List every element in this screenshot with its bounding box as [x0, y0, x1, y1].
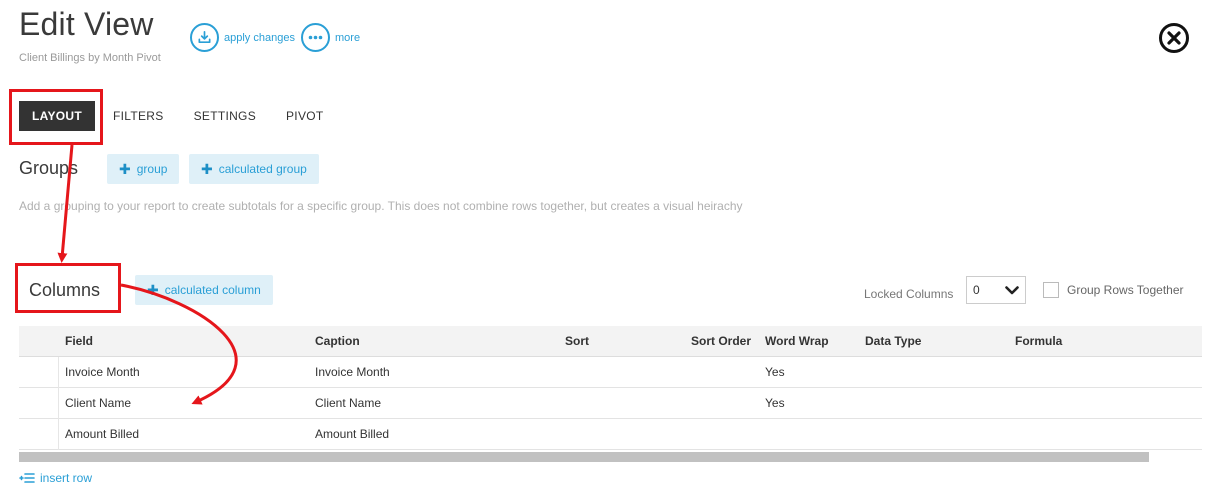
header-field[interactable]: Field: [65, 326, 93, 357]
cell-field[interactable]: Invoice Month: [65, 357, 140, 388]
tab-settings[interactable]: SETTINGS: [182, 101, 268, 131]
cell-field[interactable]: Amount Billed: [65, 419, 139, 450]
apply-changes-label: apply changes: [224, 31, 295, 44]
insert-row-label: insert row: [40, 471, 93, 485]
page-title: Edit View: [19, 6, 154, 42]
page-subtitle: Client Billings by Month Pivot: [19, 52, 161, 64]
close-button[interactable]: [1159, 23, 1189, 53]
download-icon: [190, 23, 219, 52]
view-tabs: LAYOUT FILTERS SETTINGS PIVOT: [19, 101, 336, 131]
more-button[interactable]: more: [301, 23, 360, 52]
add-calculated-column-button[interactable]: ✚ calculated column: [135, 275, 273, 305]
header-sort-order[interactable]: Sort Order: [691, 326, 751, 357]
row-drag-handle[interactable]: [19, 388, 59, 419]
add-calculated-group-button[interactable]: ✚ calculated group: [189, 154, 319, 184]
cell-word-wrap[interactable]: Yes: [765, 357, 785, 388]
chevron-down-icon: [1005, 285, 1019, 294]
cell-caption[interactable]: Amount Billed: [315, 419, 389, 450]
locked-columns-value: 0: [973, 283, 980, 297]
header-caption[interactable]: Caption: [315, 326, 360, 357]
plus-icon: ✚: [201, 160, 213, 177]
groups-title: Groups: [19, 158, 79, 178]
row-drag-handle[interactable]: [19, 419, 59, 450]
cell-caption[interactable]: Invoice Month: [315, 357, 390, 388]
tab-layout[interactable]: LAYOUT: [19, 101, 96, 131]
add-calculated-column-label: calculated column: [164, 283, 261, 297]
header-data-type[interactable]: Data Type: [865, 326, 921, 357]
group-rows-checkbox[interactable]: [1043, 282, 1059, 298]
cell-field[interactable]: Client Name: [65, 388, 131, 419]
more-label: more: [335, 31, 361, 44]
cell-caption[interactable]: Client Name: [315, 388, 381, 419]
cell-word-wrap[interactable]: Yes: [765, 388, 785, 419]
table-row[interactable]: Client Name Client Name Yes: [19, 388, 1202, 419]
plus-icon: ✚: [119, 160, 131, 177]
table-row[interactable]: Amount Billed Amount Billed: [19, 419, 1202, 450]
insert-row-icon: [19, 473, 35, 483]
columns-title: Columns: [29, 280, 101, 300]
close-icon: [1167, 31, 1181, 45]
locked-columns-label: Locked Columns: [864, 287, 954, 301]
table-row[interactable]: Invoice Month Invoice Month Yes: [19, 357, 1202, 388]
columns-grid: Field Caption Sort Sort Order Word Wrap …: [19, 326, 1202, 450]
row-drag-handle[interactable]: [19, 357, 59, 388]
horizontal-scrollbar[interactable]: [19, 452, 1149, 462]
add-calculated-group-label: calculated group: [218, 162, 307, 176]
insert-row-button[interactable]: insert row: [19, 471, 92, 485]
header-word-wrap[interactable]: Word Wrap: [765, 326, 829, 357]
add-group-label: group: [136, 162, 168, 176]
locked-columns-select[interactable]: 0: [966, 276, 1026, 304]
plus-icon: ✚: [147, 281, 159, 298]
grid-header-row: Field Caption Sort Sort Order Word Wrap …: [19, 326, 1202, 357]
more-dots-icon: [301, 23, 330, 52]
group-rows-label: Group Rows Together: [1067, 283, 1184, 297]
header-formula[interactable]: Formula: [1015, 326, 1062, 357]
add-group-button[interactable]: ✚ group: [107, 154, 180, 184]
groups-help-text: Add a grouping to your report to create …: [19, 199, 743, 213]
header-sort[interactable]: Sort: [565, 326, 589, 357]
tab-filters[interactable]: FILTERS: [101, 101, 176, 131]
apply-changes-button[interactable]: apply changes: [190, 23, 295, 52]
tab-pivot[interactable]: PIVOT: [274, 101, 336, 131]
